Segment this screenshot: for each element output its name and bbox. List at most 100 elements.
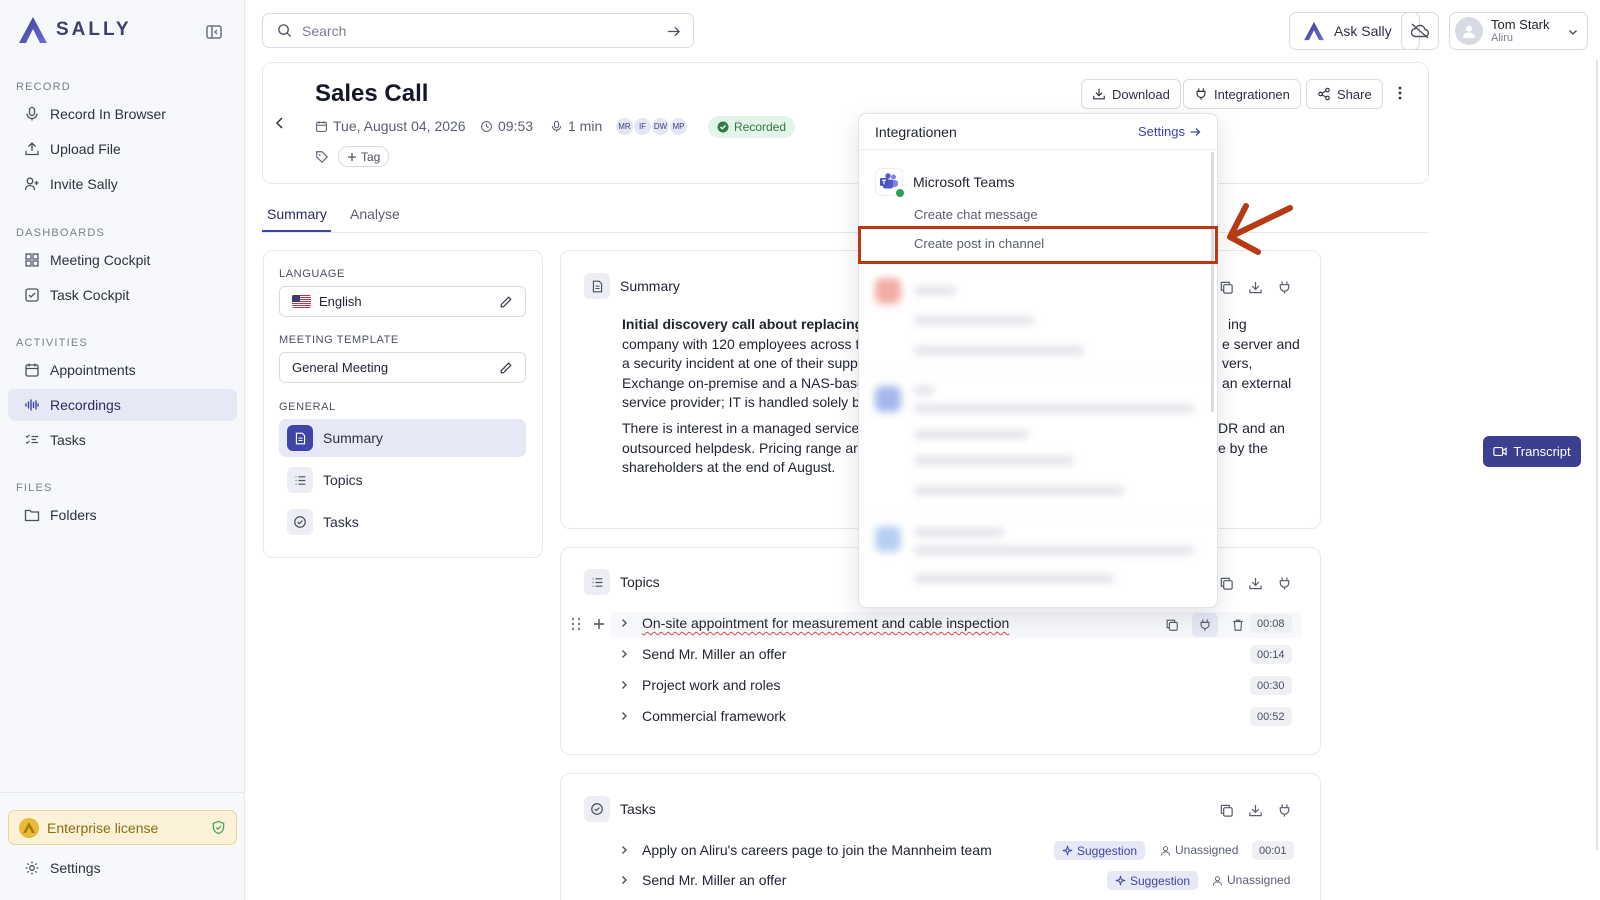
topic-row[interactable]: Send Mr. Miller an offer [618,646,786,662]
topic-time[interactable]: 00:08 [1250,614,1292,633]
plug-icon[interactable] [1277,803,1292,818]
user-icon [1463,25,1475,38]
topic-label: Project work and roles [642,677,781,693]
avatar [1455,17,1483,45]
sally-logo[interactable]: SALLY [16,15,132,45]
arrow-right-icon[interactable] [666,24,681,39]
integrations-dropdown: Integrationen Settings Microsoft Teams C… [858,113,1218,608]
tab-summary[interactable]: Summary [267,206,327,222]
topic-time[interactable]: 00:52 [1250,707,1292,726]
nav-section-files: FILES [16,482,53,494]
nav-item-invite-sally[interactable]: Invite Sally [8,168,237,200]
plug-icon[interactable] [1277,576,1292,591]
topic-row[interactable]: On-site appointment for measurement and … [618,615,1009,631]
copy-icon[interactable] [1219,280,1234,295]
nav-item-task-cockpit[interactable]: Task Cockpit [8,279,237,311]
nav-item-label: Tasks [50,432,86,448]
nav-item-label: Meeting Cockpit [50,252,151,268]
participant-avatar: MR [616,118,633,135]
add-tag-button[interactable]: Tag [338,146,390,167]
transcript-label: Transcript [1513,444,1571,459]
task-row[interactable]: Send Mr. Miller an offer [618,872,786,888]
download-label: Download [1112,86,1170,102]
trash-icon[interactable] [1231,618,1245,632]
task-time[interactable]: 00:01 [1252,841,1294,860]
nav-item-tasks[interactable]: Tasks [8,424,237,456]
assignee-label: Unassigned [1175,843,1239,857]
general-item-label: Summary [323,430,383,446]
topic-row[interactable]: Project work and roles [618,677,781,693]
tab-analyse[interactable]: Analyse [350,206,400,222]
integrations-settings-link[interactable]: Settings [1138,124,1201,139]
blurred-integrations [859,264,1217,604]
option-create-chat-message[interactable]: Create chat message [914,207,1038,222]
general-item-tasks[interactable]: Tasks [279,503,526,541]
topic-label: Commercial framework [642,708,786,724]
suggestion-badge[interactable]: Suggestion [1107,871,1199,890]
pencil-icon[interactable] [499,361,513,375]
chevron-right-icon[interactable] [618,617,630,629]
chevron-right-icon[interactable] [618,648,630,660]
nav-item-settings[interactable]: Settings [8,852,237,884]
download-icon[interactable] [1248,803,1263,818]
general-item-topics[interactable]: Topics [279,461,526,499]
task-row[interactable]: Apply on Aliru's careers page to join th… [618,842,992,858]
assignee[interactable]: Unassigned [1212,873,1290,887]
ask-sally-label: Ask Sally [1334,23,1392,39]
assignee[interactable]: Unassigned [1160,843,1238,857]
back-chevron-icon[interactable] [272,115,288,131]
enterprise-license-badge[interactable]: Enterprise license [8,810,237,845]
copy-icon[interactable] [1165,618,1179,632]
drag-handle-icon[interactable] [570,617,582,631]
cloud-off-button[interactable] [1401,12,1439,50]
nav-item-meeting-cockpit[interactable]: Meeting Cockpit [8,244,237,276]
search-input[interactable]: Search [262,13,694,48]
download-button[interactable]: Download [1081,79,1181,109]
download-icon[interactable] [1248,576,1263,591]
user-menu[interactable]: Tom Stark Aliru [1449,12,1588,50]
transcript-button[interactable]: Transcript [1483,436,1581,467]
connected-check-icon [894,187,906,199]
integrations-button[interactable]: Integrationen [1183,79,1301,109]
chevron-right-icon[interactable] [618,710,630,722]
chevron-right-icon[interactable] [618,844,630,856]
nav-item-recordings[interactable]: Recordings [8,389,237,421]
meeting-duration-text: 1 min [568,118,603,134]
integration-app-name: Microsoft Teams [913,174,1015,190]
user-org: Aliru [1491,31,1514,44]
topic-time[interactable]: 00:14 [1250,645,1292,664]
dropdown-scrollbar[interactable] [1211,152,1214,412]
nav-item-record-in-browser[interactable]: Record In Browser [8,98,237,130]
plug-icon[interactable] [1277,280,1292,295]
summary-paragraph-2-right: DR and an e by the [1218,419,1285,458]
page-scrollbar[interactable] [1596,60,1598,850]
tasks-card-title: Tasks [584,796,656,822]
topic-row[interactable]: Commercial framework [618,708,786,724]
topics-title-text: Topics [620,574,660,590]
summary-title-text: Summary [620,278,680,294]
meeting-template-select[interactable]: General Meeting [279,352,526,383]
plus-icon[interactable] [592,617,606,631]
topics-card-title: Topics [584,569,660,595]
chevron-right-icon[interactable] [618,874,630,886]
more-vertical-icon[interactable] [1392,85,1408,101]
participant-avatars[interactable]: MR IF DW MP [616,118,687,135]
language-select[interactable]: English [279,286,526,317]
nav-item-upload-file[interactable]: Upload File [8,133,237,165]
chevron-right-icon[interactable] [618,679,630,691]
download-icon[interactable] [1248,280,1263,295]
copy-icon[interactable] [1219,803,1234,818]
collapse-sidebar-icon[interactable] [205,23,223,41]
nav-item-folders[interactable]: Folders [8,499,237,531]
pencil-icon[interactable] [499,295,513,309]
topic-integrate-button[interactable] [1192,613,1218,637]
share-button[interactable]: Share [1306,79,1383,109]
copy-icon[interactable] [1219,576,1234,591]
topic-time[interactable]: 00:30 [1250,676,1292,695]
shield-check-icon [212,820,225,835]
summary-lead: Initial discovery call about replacing t [622,316,872,332]
annotation-arrow-icon [1227,203,1293,255]
general-item-summary[interactable]: Summary [279,419,526,457]
suggestion-badge[interactable]: Suggestion [1054,841,1146,860]
nav-item-appointments[interactable]: Appointments [8,354,237,386]
